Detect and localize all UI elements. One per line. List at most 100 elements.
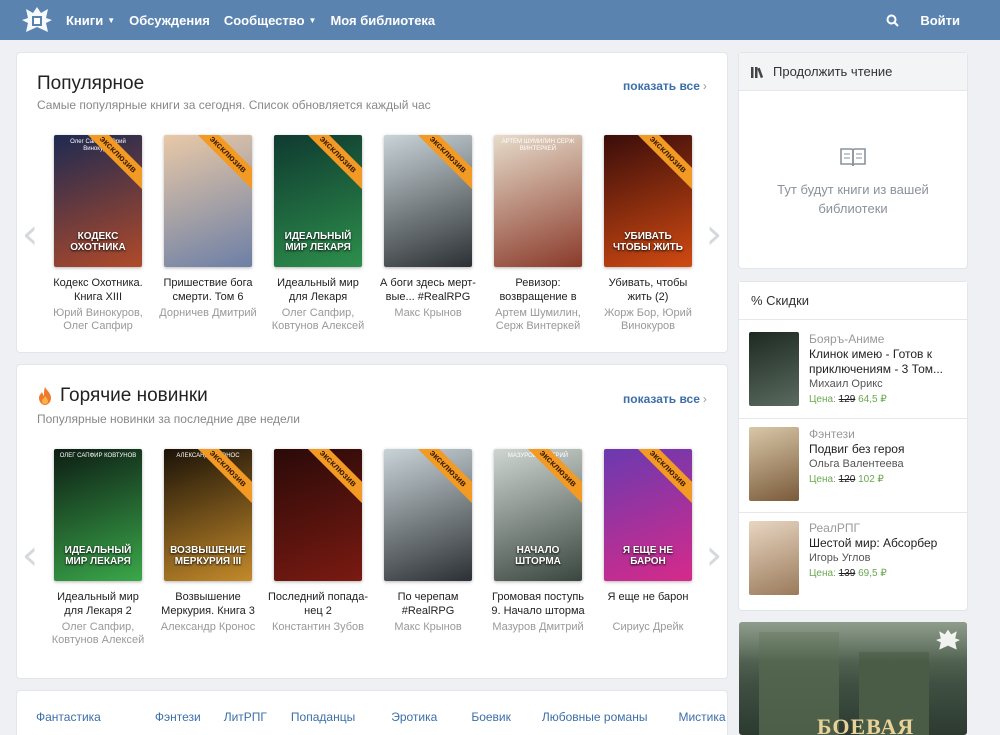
popular-show-all-link[interactable]: показать все › bbox=[623, 79, 707, 93]
book-card[interactable]: эксклюзив Пришествие бога смерти. Том 6 До… bbox=[158, 135, 258, 320]
hot-show-all-link[interactable]: показать все › bbox=[623, 392, 707, 406]
discount-book-title[interactable]: Шестой мир: Абсорбер bbox=[809, 536, 959, 551]
exclusive-ribbon: эксклюзив bbox=[300, 449, 362, 507]
nav-community-label: Сообщество bbox=[223, 12, 305, 28]
book-title[interactable]: Идеальный мир для Лекаря 2 bbox=[48, 590, 148, 618]
book-cover[interactable]: АЛЕКСАНДР КРОНОСВОЗВЫШЕНИЕ МЕРКУРИЯ IIIэ… bbox=[164, 449, 252, 581]
book-author[interactable]: Олег Сапфир, Ковтунов Алексей bbox=[48, 621, 148, 647]
book-card[interactable]: ИДЕАЛЬНЫЙ МИР ЛЕКАРЯ эксклюзив Идеальный м… bbox=[268, 135, 368, 333]
discount-price: Цена: 139 69,5 ₽ bbox=[809, 568, 887, 579]
book-cover[interactable]: УБИВАТЬ ЧТОБЫ ЖИТЬ эксклюзив bbox=[604, 135, 692, 267]
search-icon[interactable] bbox=[886, 12, 902, 28]
book-cover[interactable]: ОЛЕГ САПФИР КОВТУНОВ ИДЕАЛЬНЫЙ МИР ЛЕКАРЯ bbox=[54, 449, 142, 581]
discount-book-cover[interactable] bbox=[749, 427, 799, 501]
book-author[interactable]: Олег Сапфир, Ковтунов Алексей bbox=[268, 307, 368, 333]
book-card[interactable]: Я ЕЩЕ НЕ БАРОН эксклюзив Я еще не барон Сир… bbox=[598, 449, 698, 634]
book-card[interactable]: УБИВАТЬ ЧТОБЫ ЖИТЬ эксклюзив Убивать, чтоб… bbox=[598, 135, 698, 333]
book-cover[interactable]: эксклюзив bbox=[274, 449, 362, 581]
popular-subtitle: Самые популярные книги за сегодня. Списо… bbox=[37, 98, 431, 112]
book-card[interactable]: эксклюзив По черепам #RealRPG Макс Крынов bbox=[378, 449, 478, 634]
book-title[interactable]: Ревизор: возвраще­ние в СССР 5 bbox=[488, 276, 588, 304]
discount-book-cover[interactable] bbox=[749, 521, 799, 595]
genre-link[interactable]: Эротика bbox=[391, 710, 437, 724]
book-open-icon bbox=[839, 146, 867, 168]
book-card[interactable]: Олег Сапфир Юрий ВинокуровКОДЕКС ОХОТНИК… bbox=[48, 135, 148, 333]
book-cover[interactable]: эксклюзив bbox=[384, 449, 472, 581]
book-cover[interactable]: Я ЕЩЕ НЕ БАРОН эксклюзив bbox=[604, 449, 692, 581]
nav-community[interactable]: Сообщество ▼ bbox=[224, 13, 317, 28]
book-card[interactable]: АРТЕМ ШУМИЛИН СЕРЖ ВИНТЕРКЕЙ Ревизор: воз… bbox=[488, 135, 588, 333]
discount-book-author[interactable]: Ольга Валентеева bbox=[809, 458, 904, 470]
discount-item[interactable]: Бояръ-Аниме Клинок имею - Готов к приклю… bbox=[749, 332, 959, 410]
genre-link[interactable]: ЛитРПГ bbox=[224, 710, 267, 724]
book-author[interactable]: Дорничев Дмитрий bbox=[158, 307, 258, 320]
cover-title-text: Я ЕЩЕ НЕ БАРОН bbox=[622, 545, 674, 567]
book-title[interactable]: Последний попада­нец 2 bbox=[268, 590, 368, 618]
login-button[interactable]: Войти bbox=[920, 13, 960, 28]
discount-item[interactable]: РеалРПГ Шестой мир: Абсорбер Игорь Углов… bbox=[749, 521, 959, 599]
book-title[interactable]: Громовая поступь 9. Начало шторма bbox=[488, 590, 588, 618]
genre-link[interactable]: Фэнтези bbox=[155, 710, 201, 724]
book-title[interactable]: Идеальный мир для Лекаря bbox=[268, 276, 368, 304]
carousel-next-arrow[interactable]: › bbox=[705, 209, 723, 259]
book-title[interactable]: А боги здесь мерт­вые... #RealRPG bbox=[378, 276, 478, 304]
price-label: Цена: bbox=[809, 474, 836, 485]
book-author[interactable]: Сириус Дрейк bbox=[598, 621, 698, 634]
carousel-prev-arrow[interactable]: ‹ bbox=[21, 209, 39, 259]
carousel-next-arrow[interactable]: › bbox=[705, 530, 723, 580]
book-card[interactable]: эксклюзив А боги здесь мерт­вые... #RealR… bbox=[378, 135, 478, 320]
book-author[interactable]: Мазуров Дмитрий bbox=[488, 621, 588, 634]
discount-book-author[interactable]: Михаил Орикс bbox=[809, 378, 883, 390]
nav-discussions[interactable]: Обсуждения bbox=[129, 13, 210, 28]
site-logo-icon[interactable] bbox=[20, 5, 54, 35]
book-title[interactable]: По черепам #RealRPG bbox=[378, 590, 478, 618]
book-card[interactable]: АЛЕКСАНДР КРОНОСВОЗВЫШЕНИЕ МЕРКУРИЯ IIIэ… bbox=[158, 449, 258, 634]
genre-link[interactable]: Попаданцы bbox=[291, 710, 355, 724]
chevron-down-icon: ▼ bbox=[308, 15, 317, 25]
discount-book-title[interactable]: Подвиг без героя bbox=[809, 442, 959, 457]
discount-item[interactable]: Фэнтези Подвиг без героя Ольга Валентеев… bbox=[749, 427, 959, 505]
book-author[interactable]: Жорж Бор, Юрий Винокуров bbox=[598, 307, 698, 333]
carousel-prev-arrow[interactable]: ‹ bbox=[21, 530, 39, 580]
book-card[interactable]: ОЛЕГ САПФИР КОВТУНОВ ИДЕАЛЬНЫЙ МИР ЛЕКАРЯ… bbox=[48, 449, 148, 647]
book-title[interactable]: Убивать, чтобы жить (2) bbox=[598, 276, 698, 304]
book-card[interactable]: эксклюзив Последний попада­нец 2 Константи… bbox=[268, 449, 368, 634]
book-author[interactable]: Александр Кронос bbox=[158, 621, 258, 634]
discount-book-cover[interactable] bbox=[749, 332, 799, 406]
discount-genre[interactable]: РеалРПГ bbox=[809, 521, 860, 535]
book-cover[interactable]: ИДЕАЛЬНЫЙ МИР ЛЕКАРЯ эксклюзив bbox=[274, 135, 362, 267]
discount-genre[interactable]: Фэнтези bbox=[809, 427, 855, 441]
book-author[interactable]: Макс Крынов bbox=[378, 621, 478, 634]
book-author[interactable]: Юрий Винокуров, Олег Сапфир bbox=[48, 307, 148, 333]
nav-books[interactable]: Книги ▼ bbox=[66, 13, 115, 28]
discount-book-title[interactable]: Клинок имею - Готов к приключениям - 3 Т… bbox=[809, 347, 959, 377]
book-cover[interactable]: эксклюзив bbox=[164, 135, 252, 267]
old-price: 139 bbox=[838, 568, 856, 579]
book-cover[interactable]: Олег Сапфир Юрий ВинокуровКОДЕКС ОХОТНИК… bbox=[54, 135, 142, 267]
book-cover[interactable]: АРТЕМ ШУМИЛИН СЕРЖ ВИНТЕРКЕЙ bbox=[494, 135, 582, 267]
popular-title: Популярное bbox=[37, 73, 145, 94]
book-author[interactable]: Константин Зубов bbox=[268, 621, 368, 634]
genre-link[interactable]: Боевик bbox=[471, 710, 511, 724]
book-cover[interactable]: МАЗУРОВ ДМИТРИЙНАЧАЛО ШТОРМАэксклюзив bbox=[494, 449, 582, 581]
discount-genre[interactable]: Бояръ-Аниме bbox=[809, 332, 884, 346]
nav-my-library[interactable]: Моя библиотека bbox=[330, 13, 435, 28]
book-author[interactable]: Артем Шумилин, Серж Винтеркей bbox=[488, 307, 588, 333]
genre-link[interactable]: Любовные романы bbox=[542, 710, 648, 724]
new-price: 64,5 ₽ bbox=[858, 394, 887, 405]
book-title[interactable]: Я еще не барон bbox=[598, 590, 698, 618]
book-cover[interactable]: эксклюзив bbox=[384, 135, 472, 267]
book-card[interactable]: МАЗУРОВ ДМИТРИЙНАЧАЛО ШТОРМАэксклюзив Гро… bbox=[488, 449, 588, 634]
discount-book-author[interactable]: Игорь Углов bbox=[809, 552, 870, 564]
banner-logo-icon bbox=[935, 628, 961, 652]
book-author[interactable]: Макс Крынов bbox=[378, 307, 478, 320]
exclusive-ribbon: эксклюзив bbox=[410, 135, 472, 193]
empty-line-1: Тут будут книги из вашей bbox=[777, 182, 929, 197]
exclusive-ribbon: эксклюзив bbox=[190, 135, 252, 193]
book-title[interactable]: Пришествие бога смерти. Том 6 bbox=[158, 276, 258, 304]
genre-link[interactable]: Мистика bbox=[678, 710, 725, 724]
genre-link[interactable]: Фантастика bbox=[36, 710, 101, 724]
book-title[interactable]: Кодекс Охотника. Книга XIII bbox=[48, 276, 148, 304]
promo-banner[interactable]: БОЕВАЯ bbox=[739, 622, 967, 735]
book-title[interactable]: Возвышение Меркурия. Книга 3 bbox=[158, 590, 258, 618]
